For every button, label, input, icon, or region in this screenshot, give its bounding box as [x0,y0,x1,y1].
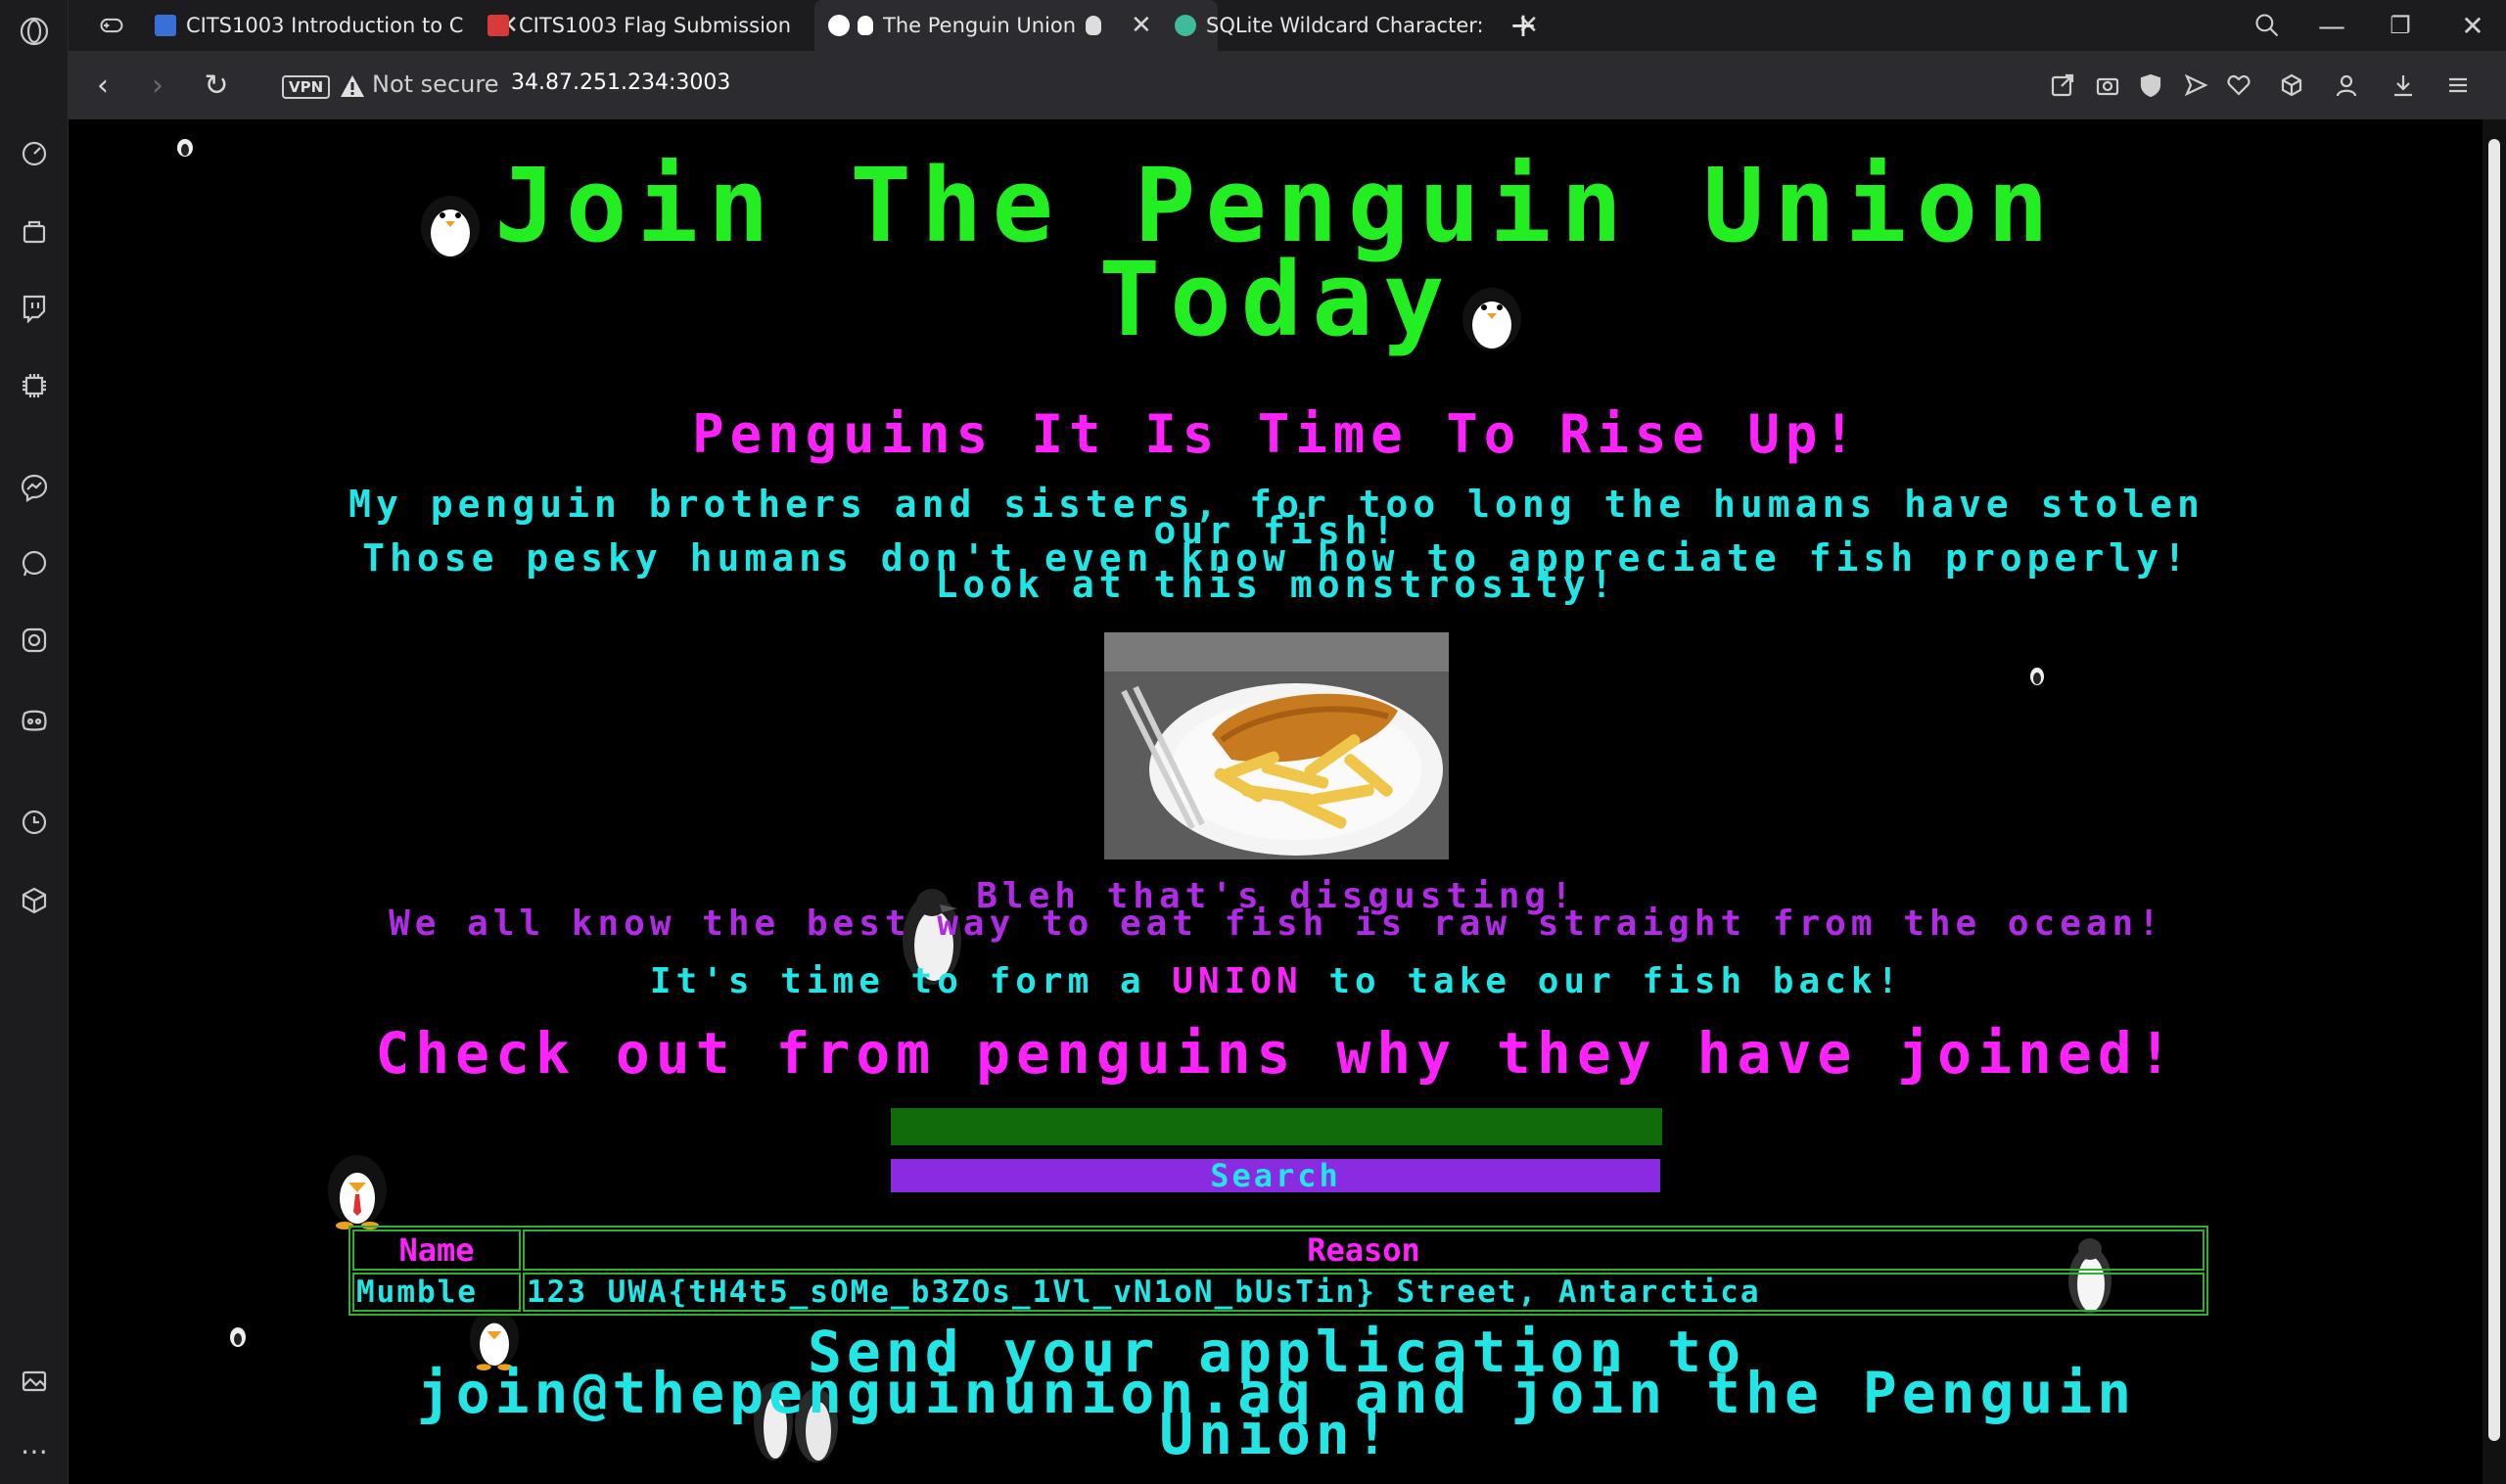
share-icon[interactable] [2046,69,2079,102]
search-input[interactable] [891,1108,1662,1145]
globe-icon [828,15,850,36]
cell-reason: 123 UWA{tH4t5_sOMe_b3ZOs_1Vl_vN1oN_bUsTi… [523,1273,2204,1312]
forward-button[interactable]: › [137,65,178,106]
graduation-cap-icon [155,15,176,36]
reload-button[interactable]: ↻ [196,65,237,106]
new-tab-button[interactable]: + [1496,0,1551,51]
club-penguin-icon [328,1155,387,1229]
chatgpt-icon [1175,15,1196,36]
browser-sidebar: ⋯ [0,0,69,1484]
easy-setup-icon[interactable] [2441,69,2475,102]
opera-logo-icon[interactable] [17,14,52,49]
send-icon[interactable] [2179,69,2212,102]
tiny-penguin-icon [177,139,193,157]
cell-name: Mumble [352,1273,521,1312]
tiny-penguin-icon [2030,668,2044,685]
extensions-cube-icon[interactable] [17,883,52,918]
table-header-row: Name Reason [352,1229,2204,1271]
union-word: UNION [1172,961,1303,1001]
shopping-bag-icon[interactable] [17,213,52,249]
url-field[interactable]: 34.87.251.234:3003 [511,70,730,95]
column-header-name: Name [352,1229,521,1271]
results-table: Name Reason Mumble 123 UWA{tH4t5_sOMe_b3… [348,1226,2208,1316]
paragraph-raw-fish: Bleh that's disgusting! We all know the … [389,876,2164,944]
minimize-icon[interactable]: — [2312,6,2351,45]
table-row: Mumble 123 UWA{tH4t5_sOMe_b3ZOs_1Vl_vN1o… [352,1273,2204,1312]
history-clock-icon[interactable] [17,805,52,840]
fish-and-chips-image [1104,632,1449,859]
restore-icon[interactable]: ❐ [2381,6,2420,45]
scrollbar-thumb[interactable] [2488,139,2500,1441]
paragraph-form-union: It's time to form a UNION to take our fi… [649,961,1904,1001]
security-status[interactable]: Not secure [372,70,498,98]
discord-icon[interactable] [17,703,52,738]
gallery-icon[interactable] [17,1363,52,1398]
back-button[interactable]: ‹ [82,65,123,106]
heading-rise-up: Penguins It Is Time To Rise Up! [692,403,1861,465]
search-button[interactable]: Search [891,1159,1660,1192]
box-3d-icon[interactable] [2275,69,2308,102]
close-window-icon[interactable]: ✕ [2453,6,2492,45]
page-content: Join The Penguin Union Today Penguins It… [70,119,2483,1484]
column-header-reason: Reason [523,1229,2204,1271]
penguin-tab-icon [1086,16,1102,35]
cpu-icon[interactable] [17,368,52,403]
profile-icon[interactable] [2330,69,2363,102]
close-tab-icon[interactable]: ✕ [1131,11,1152,40]
address-bar: ‹ › ↻ VPN Not secure 34.87.251.234:3003 [69,51,2506,119]
messenger-icon[interactable] [17,470,52,505]
penguin-favicon-icon [858,16,873,35]
footer-application: Send your application to join@thepenguin… [416,1319,2137,1467]
warning-icon [341,75,364,97]
heading-check-out: Check out from penguins why they have jo… [375,1020,2178,1087]
tab-flag-submission[interactable]: CITS1003 Flag Submission ✕ [474,0,865,51]
tab-sqlite-wildcard[interactable]: SQLite Wildcard Character: ✕ [1161,0,1553,51]
tab-strip: CITS1003 Introduction to C ✕ CITS1003 Fl… [69,0,2506,51]
tab-penguin-union[interactable]: The Penguin Union ✕ [814,0,1218,51]
whatsapp-icon[interactable] [17,546,52,581]
paragraph-appreciate-fish: Those pesky humans don't even know how t… [362,536,2191,606]
instagram-icon[interactable] [17,623,52,658]
flag-favicon-icon [487,15,509,36]
more-options-icon[interactable]: ⋯ [17,1433,52,1468]
page-scrollbar[interactable] [2483,119,2506,1484]
vpn-badge[interactable]: VPN [282,75,331,99]
page-title: Join The Penguin Union Today [494,146,2059,359]
search-tabs-icon[interactable] [2248,6,2287,45]
camera-icon[interactable] [2091,69,2124,102]
twitch-icon[interactable] [17,290,52,325]
heart-icon[interactable] [2222,69,2255,102]
adblock-shield-icon[interactable] [2134,69,2167,102]
gamepad-icon[interactable] [82,0,141,51]
download-icon[interactable] [2387,69,2420,102]
speed-dial-icon[interactable] [17,135,52,170]
